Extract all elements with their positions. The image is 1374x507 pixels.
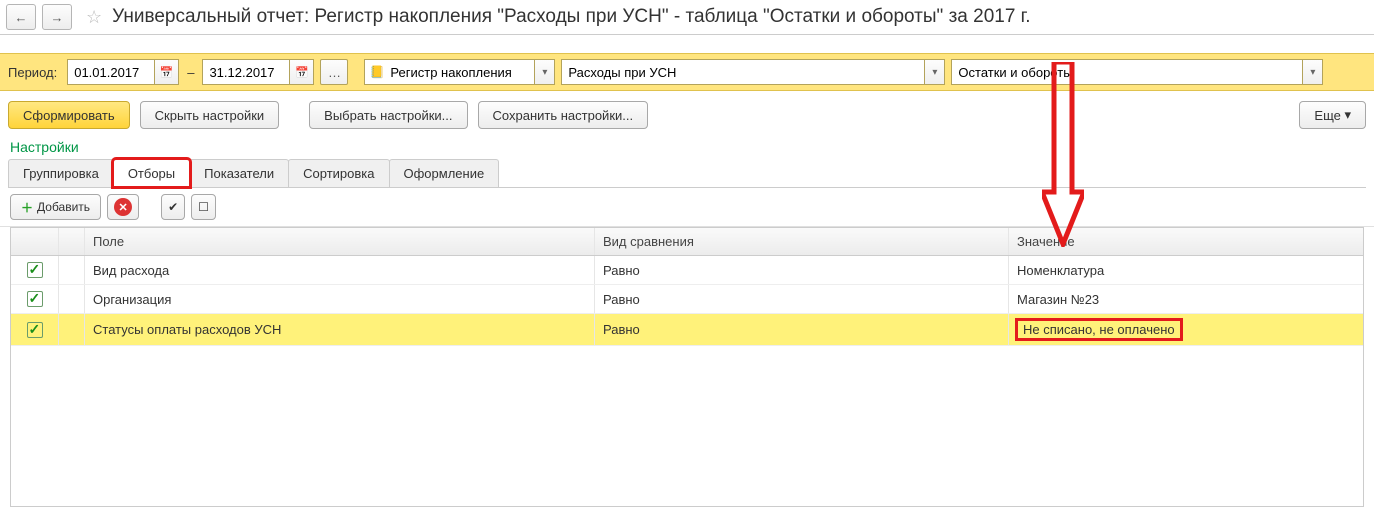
register-type-combo[interactable]: 📒 ▾ <box>364 59 555 85</box>
uncheck-toggle-button[interactable]: ☐ <box>191 194 216 220</box>
favorite-star-icon[interactable]: ☆ <box>86 7 102 28</box>
chevron-down-icon[interactable]: ▾ <box>1302 60 1322 84</box>
period-picker-button[interactable]: … <box>320 59 348 85</box>
filters-grid: Поле Вид сравнения Значение Вид расхода … <box>10 227 1364 507</box>
hide-settings-button[interactable]: Скрыть настройки <box>140 101 280 129</box>
action-bar: Сформировать Скрыть настройки Выбрать на… <box>0 91 1374 135</box>
register-input[interactable] <box>562 60 924 84</box>
register-icon: 📒 <box>369 65 384 79</box>
period-label: Период: <box>8 65 57 80</box>
tab-sorting[interactable]: Сортировка <box>288 159 389 187</box>
tab-filters[interactable]: Отборы <box>113 159 190 187</box>
choose-settings-button[interactable]: Выбрать настройки... <box>309 101 467 129</box>
register-type-input[interactable] <box>384 60 534 84</box>
date-to-field[interactable]: 📅 <box>202 59 314 85</box>
col-field[interactable]: Поле <box>85 228 595 255</box>
grid-header: Поле Вид сравнения Значение <box>11 228 1363 256</box>
plus-icon: ＋ <box>21 199 33 216</box>
check-toggle-button[interactable]: ✔︎ <box>161 194 185 220</box>
row-checkbox[interactable] <box>27 322 43 338</box>
delete-filter-button[interactable]: ✕ <box>107 194 139 220</box>
settings-section-title: Настройки <box>0 135 1374 155</box>
back-button[interactable]: ← <box>6 4 36 30</box>
tab-grouping[interactable]: Группировка <box>8 159 114 187</box>
register-combo[interactable]: ▾ <box>561 59 945 85</box>
table-input[interactable] <box>952 60 1302 84</box>
col-value[interactable]: Значение <box>1009 228 1363 255</box>
dash: – <box>187 65 194 80</box>
generate-button[interactable]: Сформировать <box>8 101 130 129</box>
chevron-down-icon[interactable]: ▾ <box>924 60 944 84</box>
date-from-input[interactable] <box>68 60 154 84</box>
forward-button[interactable]: → <box>42 4 72 30</box>
table-combo[interactable]: ▾ <box>951 59 1323 85</box>
tab-design[interactable]: Оформление <box>389 159 500 187</box>
more-button[interactable]: Еще ▾ <box>1299 101 1366 129</box>
top-nav: ← → ☆ Универсальный отчет: Регистр накоп… <box>0 0 1374 35</box>
filter-row[interactable]: Вид расхода Равно Номенклатура <box>11 256 1363 285</box>
chevron-down-icon[interactable]: ▾ <box>534 60 554 84</box>
highlighted-value[interactable]: Не списано, не оплачено <box>1017 320 1181 339</box>
date-from-field[interactable]: 📅 <box>67 59 179 85</box>
filter-row-selected[interactable]: Статусы оплаты расходов УСН Равно Не спи… <box>11 314 1363 346</box>
filter-toolbar: ＋ Добавить ✕ ✔︎ ☐ <box>0 188 1374 227</box>
save-settings-button[interactable]: Сохранить настройки... <box>478 101 649 129</box>
filter-row[interactable]: Организация Равно Магазин №23 <box>11 285 1363 314</box>
settings-tabs: Группировка Отборы Показатели Сортировка… <box>8 159 1366 188</box>
delete-icon: ✕ <box>114 198 132 216</box>
col-comparison[interactable]: Вид сравнения <box>595 228 1009 255</box>
row-checkbox[interactable] <box>27 291 43 307</box>
tab-indicators[interactable]: Показатели <box>189 159 289 187</box>
date-to-input[interactable] <box>203 60 289 84</box>
add-filter-button[interactable]: ＋ Добавить <box>10 194 101 220</box>
period-bar: Период: 📅 – 📅 … 📒 ▾ ▾ ▾ <box>0 53 1374 91</box>
page-title: Универсальный отчет: Регистр накопления … <box>112 6 1030 28</box>
calendar-icon[interactable]: 📅 <box>289 60 313 84</box>
calendar-icon[interactable]: 📅 <box>154 60 178 84</box>
row-checkbox[interactable] <box>27 262 43 278</box>
